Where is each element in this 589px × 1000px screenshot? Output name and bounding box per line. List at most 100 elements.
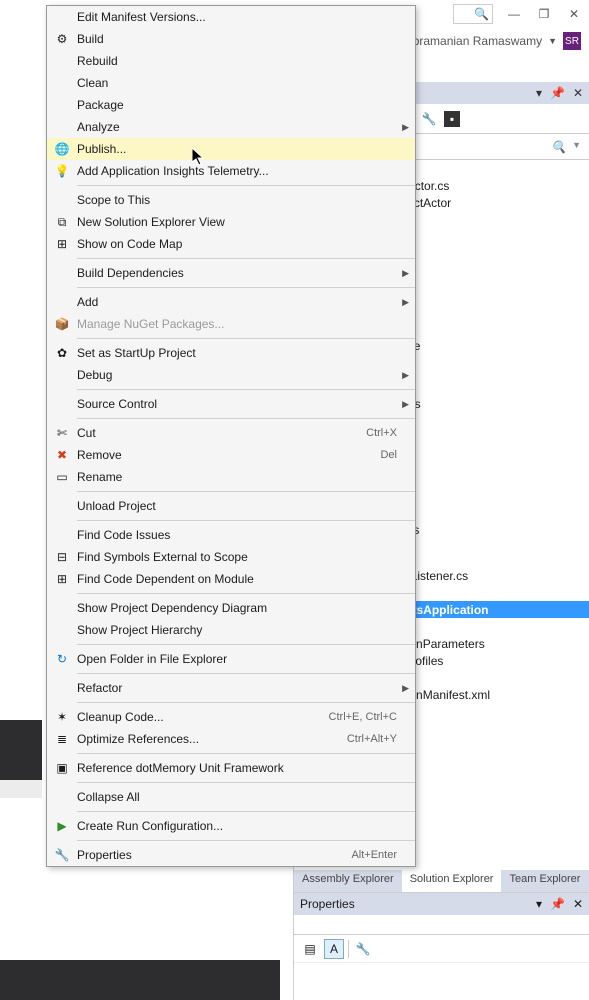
menu-item-label: Build xyxy=(77,32,415,46)
close-pane-icon[interactable]: ✕ xyxy=(573,86,583,100)
menu-item-open-folder-in-file-explorer[interactable]: ↻Open Folder in File Explorer xyxy=(47,648,415,670)
menu-item-properties[interactable]: 🔧PropertiesAlt+Enter xyxy=(47,844,415,866)
user-name[interactable]: bramanian Ramaswamy xyxy=(413,34,542,48)
left-dock-dark xyxy=(0,720,42,780)
menu-item-add-application-insights-telemetry[interactable]: 💡Add Application Insights Telemetry... xyxy=(47,160,415,182)
menu-item-reference-dotmemory-unit-framework[interactable]: ▣Reference dotMemory Unit Framework xyxy=(47,757,415,779)
menu-item-find-code-dependent-on-module[interactable]: ⊞Find Code Dependent on Module xyxy=(47,568,415,590)
minimize-button[interactable]: — xyxy=(505,5,523,23)
menu-item-collapse-all[interactable]: Collapse All xyxy=(47,786,415,808)
user-menu-chevron-icon[interactable]: ▼ xyxy=(548,36,557,46)
menu-item-label: Remove xyxy=(77,448,380,462)
menu-item-create-run-configuration[interactable]: ▶ Create Run Configuration... xyxy=(47,815,415,837)
menu-item-package[interactable]: Package xyxy=(47,94,415,116)
menu-separator xyxy=(77,782,415,783)
window-position-icon[interactable]: ▾ xyxy=(536,897,542,911)
menu-item-label: Reference dotMemory Unit Framework xyxy=(77,761,415,775)
menu-separator xyxy=(77,593,415,594)
menu-item-debug[interactable]: Debug▶ xyxy=(47,364,415,386)
bottom-dock-dark xyxy=(0,960,280,1000)
menu-item-edit-manifest-versions[interactable]: Edit Manifest Versions... xyxy=(47,6,415,28)
close-button[interactable]: ✕ xyxy=(565,5,583,23)
menu-icon: ≣ xyxy=(54,731,70,747)
menu-separator xyxy=(77,811,415,812)
menu-item-label: Rebuild xyxy=(77,54,415,68)
submenu-arrow-icon: ▶ xyxy=(402,268,409,279)
menu-item-cut[interactable]: ✄CutCtrl+X xyxy=(47,422,415,444)
menu-shortcut: Ctrl+Alt+Y xyxy=(347,733,415,745)
menu-item-refactor[interactable]: Refactor▶ xyxy=(47,677,415,699)
menu-separator xyxy=(77,520,415,521)
preview-icon[interactable]: ▪ xyxy=(444,111,460,127)
menu-item-label: Show Project Hierarchy xyxy=(77,623,415,637)
menu-separator xyxy=(77,287,415,288)
menu-item-source-control[interactable]: Source Control▶ xyxy=(47,393,415,415)
menu-icon: ✶ xyxy=(54,709,70,725)
left-dock-stub xyxy=(0,780,42,798)
menu-item-manage-nuget-packages: 📦Manage NuGet Packages... xyxy=(47,313,415,335)
menu-item-show-on-code-map[interactable]: ⊞Show on Code Map xyxy=(47,233,415,255)
menu-separator xyxy=(77,389,415,390)
search-options-chevron-icon[interactable]: ▼ xyxy=(572,140,581,154)
menu-item-find-code-issues[interactable]: Find Code Issues xyxy=(47,524,415,546)
pin-icon[interactable]: 📌 xyxy=(550,86,565,100)
pin-icon[interactable]: 📌 xyxy=(550,897,565,911)
menu-item-label: Set as StartUp Project xyxy=(77,346,415,360)
user-badge[interactable]: SR xyxy=(563,32,581,50)
menu-item-label: New Solution Explorer View xyxy=(77,215,415,229)
menu-item-remove[interactable]: ✖RemoveDel xyxy=(47,444,415,466)
menu-separator xyxy=(77,418,415,419)
explorer-tab-assembly-explorer[interactable]: Assembly Explorer xyxy=(294,870,402,892)
menu-item-label: Manage NuGet Packages... xyxy=(77,317,415,331)
menu-separator xyxy=(77,840,415,841)
menu-item-new-solution-explorer-view[interactable]: ⧉New Solution Explorer View xyxy=(47,211,415,233)
menu-item-show-project-hierarchy[interactable]: Show Project Hierarchy xyxy=(47,619,415,641)
submenu-arrow-icon: ▶ xyxy=(402,370,409,381)
quick-launch-search[interactable]: 🔍 xyxy=(453,4,493,24)
menu-item-clean[interactable]: Clean xyxy=(47,72,415,94)
menu-item-unload-project[interactable]: Unload Project xyxy=(47,495,415,517)
categorized-icon[interactable]: ▤ xyxy=(300,939,320,959)
window-position-icon[interactable]: ▾ xyxy=(536,86,542,100)
menu-item-label: Optimize References... xyxy=(77,732,347,746)
menu-item-label: Create Run Configuration... xyxy=(77,819,415,833)
menu-item-analyze[interactable]: Analyze▶ xyxy=(47,116,415,138)
menu-item-label: Add xyxy=(77,295,415,309)
menu-item-label: Package xyxy=(77,98,415,112)
menu-icon: ⊞ xyxy=(54,236,70,252)
project-context-menu: Edit Manifest Versions...⚙Build Rebuild Cl… xyxy=(46,5,416,867)
menu-icon: 🌐 xyxy=(54,141,70,157)
menu-item-build-dependencies[interactable]: Build Dependencies▶ xyxy=(47,262,415,284)
menu-icon: ✖ xyxy=(54,447,70,463)
menu-icon: 💡 xyxy=(54,163,70,179)
menu-item-find-symbols-external-to-scope[interactable]: ⊟Find Symbols External to Scope xyxy=(47,546,415,568)
submenu-arrow-icon: ▶ xyxy=(402,297,409,308)
properties-icon[interactable]: 🔧 xyxy=(420,110,438,128)
menu-item-set-as-startup-project[interactable]: ✿Set as StartUp Project xyxy=(47,342,415,364)
menu-item-optimize-references[interactable]: ≣ Optimize References...Ctrl+Alt+Y xyxy=(47,728,415,750)
menu-item-rebuild[interactable]: Rebuild xyxy=(47,50,415,72)
explorer-tab-team-explorer[interactable]: Team Explorer xyxy=(501,870,588,892)
menu-separator xyxy=(77,753,415,754)
properties-pane: Properties ▾ 📌 ✕ ▤ A 🔧 xyxy=(294,892,589,1000)
search-icon: 🔍 xyxy=(551,140,566,154)
alphabetical-icon[interactable]: A xyxy=(324,939,344,959)
menu-item-build[interactable]: ⚙Build xyxy=(47,28,415,50)
menu-item-scope-to-this[interactable]: Scope to This xyxy=(47,189,415,211)
menu-item-label: Show Project Dependency Diagram xyxy=(77,601,415,615)
menu-item-label: Unload Project xyxy=(77,499,415,513)
close-pane-icon[interactable]: ✕ xyxy=(573,897,583,911)
property-pages-icon[interactable]: 🔧 xyxy=(353,939,373,959)
menu-icon: ▶ xyxy=(54,818,70,834)
menu-item-add[interactable]: Add▶ xyxy=(47,291,415,313)
menu-icon: ↻ xyxy=(54,651,70,667)
menu-item-label: Cleanup Code... xyxy=(77,710,329,724)
menu-item-rename[interactable]: ▭Rename xyxy=(47,466,415,488)
menu-item-publish[interactable]: 🌐Publish... xyxy=(47,138,415,160)
restore-button[interactable]: ❐ xyxy=(535,5,553,23)
menu-item-cleanup-code[interactable]: ✶Cleanup Code...Ctrl+E, Ctrl+C xyxy=(47,706,415,728)
menu-item-show-project-dependency-diagram[interactable]: Show Project Dependency Diagram xyxy=(47,597,415,619)
menu-separator xyxy=(77,258,415,259)
menu-separator xyxy=(77,491,415,492)
explorer-tab-solution-explorer[interactable]: Solution Explorer xyxy=(402,870,502,892)
